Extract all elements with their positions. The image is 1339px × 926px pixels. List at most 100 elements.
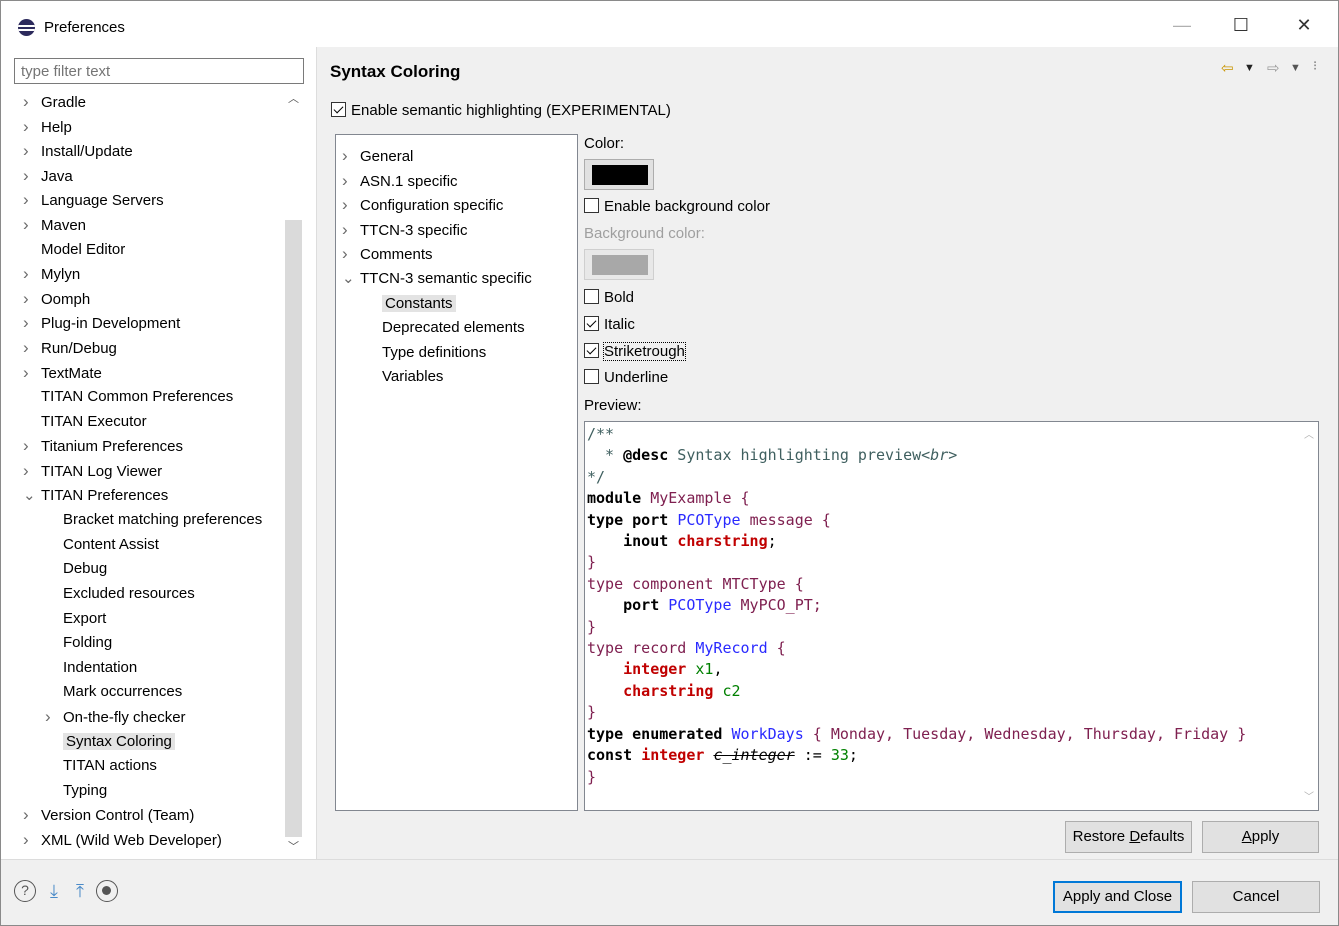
pref-tree-item[interactable]: TITAN Common Preferences — [23, 386, 233, 410]
chevron-right-icon[interactable]: › — [23, 337, 41, 359]
background-color-button[interactable] — [584, 249, 654, 280]
apply-button[interactable]: Apply — [1202, 821, 1319, 853]
maximize-button[interactable]: ☐ — [1218, 7, 1264, 43]
pref-tree-item[interactable]: › Maven — [23, 214, 86, 238]
pref-tree-item[interactable]: Bracket matching preferences — [45, 509, 262, 533]
filter-input[interactable] — [14, 58, 304, 84]
pref-tree-item[interactable]: › Help — [23, 116, 72, 140]
checkbox-icon[interactable] — [584, 198, 599, 213]
chevron-right-icon[interactable]: › — [23, 829, 41, 851]
scroll-up-icon[interactable]: ︿ — [285, 90, 302, 110]
category-item[interactable]: › General — [342, 145, 413, 169]
pref-tree-item[interactable]: › Run/Debug — [23, 337, 117, 361]
pref-tree-item[interactable]: › On-the-fly checker — [45, 706, 186, 730]
chevron-right-icon[interactable]: › — [23, 288, 41, 310]
checkbox-icon[interactable] — [584, 289, 599, 304]
pref-tree-item[interactable]: › Language Servers — [23, 189, 164, 213]
color-picker-button[interactable] — [584, 159, 654, 190]
back-arrow-icon[interactable]: ⇦ — [1221, 59, 1234, 77]
category-item[interactable]: Deprecated elements — [364, 317, 525, 341]
pref-tree-item[interactable]: TITAN Executor — [23, 411, 147, 435]
code-preview[interactable]: /** * @desc Syntax highlighting preview<… — [584, 421, 1319, 811]
pref-tree-item[interactable]: › TextMate — [23, 362, 102, 386]
chevron-right-icon[interactable]: › — [23, 140, 41, 162]
pref-tree-item[interactable]: Indentation — [45, 657, 137, 681]
chevron-right-icon[interactable]: › — [23, 214, 41, 236]
pref-tree-item[interactable]: › XML (Wild Web Developer) — [23, 829, 222, 853]
category-item[interactable]: ⌄ TTCN-3 semantic specific — [342, 268, 532, 292]
forward-dropdown-icon[interactable]: ▼ — [1290, 62, 1301, 74]
pref-tree-item[interactable]: Export — [45, 608, 106, 632]
chevron-right-icon[interactable]: › — [23, 189, 41, 211]
chevron-down-icon[interactable]: ⌄ — [23, 485, 41, 507]
minimize-button[interactable]: — — [1159, 7, 1205, 43]
pref-tree-item[interactable]: › Mylyn — [23, 263, 80, 287]
pref-tree-item[interactable]: › Java — [23, 165, 73, 189]
enable-background-checkbox[interactable]: Enable background color — [584, 198, 770, 215]
chevron-right-icon[interactable]: › — [342, 194, 360, 216]
pref-tree-item[interactable]: › Plug-in Development — [23, 312, 180, 336]
cancel-button[interactable]: Cancel — [1192, 881, 1320, 913]
chevron-right-icon[interactable]: › — [342, 170, 360, 192]
export-icon[interactable]: ⤒ — [69, 880, 91, 902]
import-icon[interactable]: ⤓ — [43, 880, 65, 902]
pref-tree-item[interactable]: › TITAN Log Viewer — [23, 460, 162, 484]
category-item[interactable]: Type definitions — [364, 342, 486, 366]
chevron-right-icon[interactable]: › — [23, 263, 41, 285]
checkbox-icon[interactable] — [331, 102, 346, 117]
pref-tree-item[interactable]: › Version Control (Team) — [23, 804, 194, 828]
strikethrough-checkbox[interactable]: Striketrough — [584, 342, 686, 361]
category-item[interactable]: › TTCN-3 specific — [342, 219, 468, 243]
chevron-right-icon[interactable]: › — [23, 804, 41, 826]
category-item[interactable]: › Configuration specific — [342, 194, 503, 218]
chevron-right-icon[interactable]: › — [23, 116, 41, 138]
scroll-down-icon[interactable]: ﹀ — [285, 838, 302, 858]
pref-tree-item[interactable]: ⌄ TITAN Preferences — [23, 485, 168, 509]
checkbox-icon[interactable] — [584, 343, 599, 358]
chevron-right-icon[interactable]: › — [23, 312, 41, 334]
pref-tree-item[interactable]: TITAN actions — [45, 755, 157, 779]
pref-tree-item[interactable]: › Oomph — [23, 288, 90, 312]
chevron-right-icon[interactable]: › — [23, 362, 41, 384]
pref-tree-item[interactable]: Mark occurrences — [45, 681, 182, 705]
chevron-right-icon[interactable]: › — [23, 165, 41, 187]
pref-tree-item[interactable]: Content Assist — [45, 534, 159, 558]
checkbox-icon[interactable] — [584, 316, 599, 331]
chevron-right-icon[interactable]: › — [23, 460, 41, 482]
preview-scrollbar[interactable]: ︿ ﹀ — [1300, 422, 1318, 810]
restore-defaults-button[interactable]: Restore Defaults — [1065, 821, 1192, 853]
semantic-highlighting-checkbox[interactable]: Enable semantic highlighting (EXPERIMENT… — [331, 102, 671, 119]
apply-and-close-button[interactable]: Apply and Close — [1053, 881, 1182, 913]
chevron-right-icon[interactable]: › — [23, 435, 41, 457]
scroll-up-icon[interactable]: ︿ — [1300, 426, 1318, 444]
pref-tree-item[interactable]: Syntax Coloring — [45, 731, 175, 755]
close-button[interactable]: ✕ — [1281, 7, 1327, 43]
scroll-thumb[interactable] — [285, 220, 302, 837]
view-menu-icon[interactable]: ⁝ — [1313, 58, 1317, 74]
category-item[interactable]: Constants — [364, 293, 456, 317]
pref-tree-item[interactable]: Model Editor — [23, 239, 125, 263]
bold-checkbox[interactable]: Bold — [584, 289, 634, 306]
chevron-right-icon[interactable]: › — [342, 219, 360, 241]
pref-tree-item[interactable]: Folding — [45, 632, 112, 656]
italic-checkbox[interactable]: Italic — [584, 316, 635, 333]
help-icon[interactable]: ? — [14, 880, 36, 902]
underline-checkbox[interactable]: Underline — [584, 369, 668, 386]
category-item[interactable]: › ASN.1 specific — [342, 170, 458, 194]
back-dropdown-icon[interactable]: ▼ — [1244, 62, 1255, 74]
chevron-down-icon[interactable]: ⌄ — [342, 268, 360, 290]
chevron-right-icon[interactable]: › — [23, 91, 41, 113]
category-item[interactable]: › Comments — [342, 243, 433, 267]
pref-tree-item[interactable]: Typing — [45, 780, 107, 804]
pref-tree-item[interactable]: Debug — [45, 558, 107, 582]
chevron-right-icon[interactable]: › — [342, 243, 360, 265]
pref-tree-item[interactable]: Excluded resources — [45, 583, 195, 607]
forward-arrow-icon[interactable]: ⇨ — [1267, 59, 1280, 77]
checkbox-icon[interactable] — [584, 369, 599, 384]
scroll-down-icon[interactable]: ﹀ — [1300, 788, 1318, 806]
tree-scrollbar[interactable]: ︿ ﹀ — [284, 90, 303, 858]
pref-tree-item[interactable]: › Titanium Preferences — [23, 435, 183, 459]
record-icon[interactable] — [96, 880, 118, 902]
pref-tree-item[interactable]: › Gradle — [23, 91, 86, 115]
pref-tree-item[interactable]: › Install/Update — [23, 140, 133, 164]
